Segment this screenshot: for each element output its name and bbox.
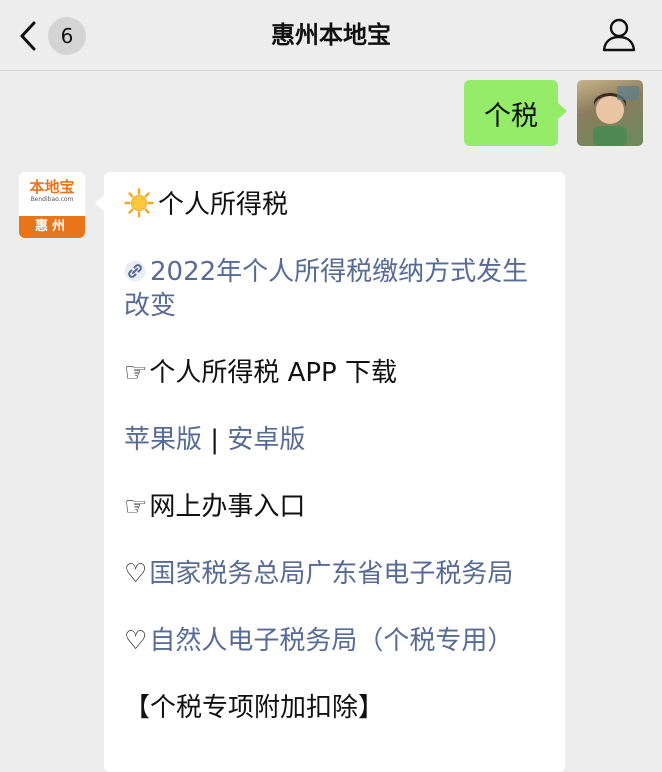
- android-version-link[interactable]: 安卓版: [227, 425, 305, 455]
- pointing-hand-icon: ☞: [124, 358, 148, 388]
- bendibao-avatar[interactable]: 本地宝 Bendibao.com 惠州: [19, 172, 85, 238]
- heart-icon: ♡: [124, 559, 148, 589]
- person-icon: [602, 18, 636, 52]
- outgoing-message-bubble[interactable]: 个税: [464, 80, 567, 146]
- link-icon: [124, 260, 146, 282]
- download-links-line: 苹果版 | 安卓版: [124, 423, 545, 457]
- app-heading-text: 个人所得税 APP 下载: [149, 358, 397, 388]
- guangdong-tax-bureau-link[interactable]: 国家税务总局广东省电子税务局: [149, 559, 513, 589]
- profile-button[interactable]: [600, 16, 638, 54]
- news-link-line[interactable]: 2022年个人所得税缴纳方式发生改变: [124, 255, 545, 323]
- logo-city: 惠州: [19, 216, 85, 238]
- top-bar: 6 惠州本地宝: [0, 0, 662, 71]
- bendibao-logo: 本地宝 Bendibao.com: [19, 172, 85, 216]
- chat-title: 惠州本地宝: [271, 21, 391, 49]
- natural-person-tax-link[interactable]: 自然人电子税务局（个税专用）: [149, 626, 513, 656]
- guangdong-link-line[interactable]: ♡国家税务总局广东省电子税务局: [124, 557, 545, 591]
- online-heading-text: 网上办事入口: [149, 492, 306, 522]
- pointing-hand-icon: ☞: [124, 492, 148, 522]
- incoming-message-bubble: 个人所得税 2022年个人所得税缴纳方式发生改变 ☞个人所得税 APP 下载 苹…: [95, 172, 565, 772]
- chevron-left-icon: [20, 21, 36, 51]
- separator: |: [210, 425, 220, 455]
- online-heading-line: ☞网上办事入口: [124, 490, 545, 524]
- app-heading-line: ☞个人所得税 APP 下载: [124, 356, 545, 390]
- sun-icon: [124, 188, 154, 218]
- user-avatar-photo: [593, 86, 639, 146]
- unread-count-badge: 6: [48, 17, 86, 55]
- logo-text: 本地宝: [29, 178, 75, 196]
- heading-line: 个人所得税: [124, 188, 545, 222]
- news-link[interactable]: 2022年个人所得税缴纳方式发生改变: [124, 257, 528, 321]
- deduction-heading-line: 【个税专项附加扣除】: [124, 691, 545, 725]
- natural-person-link-line[interactable]: ♡自然人电子税务局（个税专用）: [124, 624, 545, 658]
- user-avatar[interactable]: [577, 80, 643, 146]
- apple-version-link[interactable]: 苹果版: [124, 425, 202, 455]
- heart-icon: ♡: [124, 626, 148, 656]
- logo-url: Bendibao.com: [30, 196, 74, 203]
- outgoing-message-text: 个税: [484, 100, 538, 132]
- deduction-heading-text: 【个税专项附加扣除】: [124, 693, 385, 723]
- back-button[interactable]: 6: [18, 14, 96, 58]
- heading-text: 个人所得税: [158, 190, 289, 220]
